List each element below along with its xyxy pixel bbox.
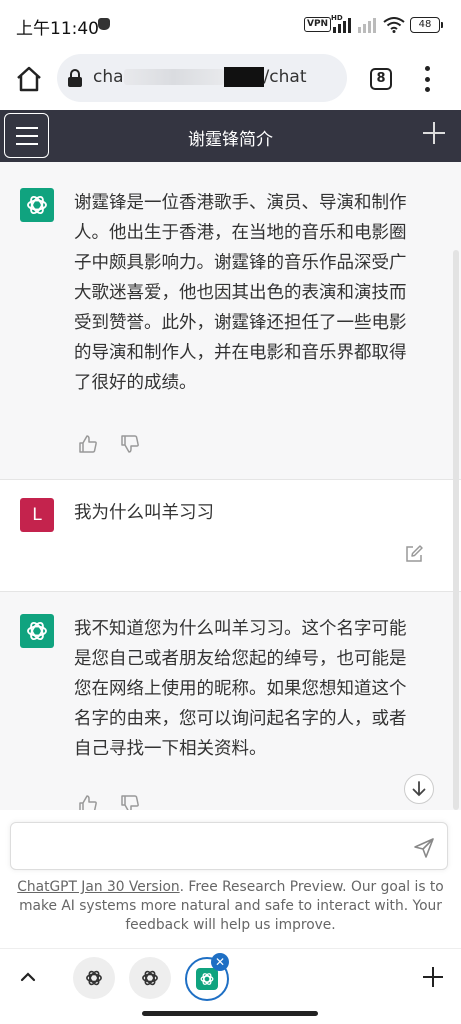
user-avatar: L <box>20 498 54 532</box>
conversation-title: 谢霆锋简介 <box>188 130 273 150</box>
scroll-to-bottom-button[interactable] <box>404 774 434 804</box>
disclaimer-text: ChatGPT Jan 30 Version. Free Research Pr… <box>14 878 447 935</box>
thumbs-down-icon[interactable] <box>120 434 140 454</box>
message-text: 我不知道您为什么叫羊习习。这个名字可能是您自己或者朋友给您起的绰号，也可能是您在… <box>74 619 407 759</box>
vpn-badge: VPN <box>304 17 332 32</box>
new-tab-button[interactable] <box>423 967 443 987</box>
url-suffix: /chat <box>263 67 307 87</box>
openai-logo-icon <box>86 970 102 986</box>
tab-thumbnail[interactable] <box>129 957 171 999</box>
battery-indicator: 48 <box>410 17 443 33</box>
cat-app-icon <box>98 18 110 30</box>
openai-logo-icon <box>142 970 158 986</box>
openai-logo-icon <box>27 195 47 215</box>
browser-bottom-bar: ✕ <box>0 948 461 1024</box>
address-bar[interactable]: cha/chat <box>57 54 347 102</box>
message-list[interactable]: 谢霆锋是一位香港歌手、演员、导演和制作人。他出生于香港，在当地的音乐和电影圈子中… <box>0 162 461 810</box>
tab-thumbnail[interactable] <box>73 957 115 999</box>
openai-logo-icon <box>200 973 214 985</box>
url-redacted <box>123 69 224 85</box>
thumbs-up-icon[interactable] <box>78 794 98 810</box>
arrow-down-icon <box>412 781 426 797</box>
openai-logo-icon <box>27 621 47 641</box>
signal-secondary-icon <box>358 15 376 33</box>
user-message: L 我为什么叫羊习习 <box>0 480 461 592</box>
assistant-message: 我不知道您为什么叫羊习习。这个名字可能是您自己或者朋友给您起的绰号，也可能是您在… <box>0 592 461 810</box>
chevron-up-icon[interactable] <box>18 967 38 987</box>
tab-switcher-button[interactable]: 8 <box>370 68 392 90</box>
url-redacted-block <box>223 67 264 87</box>
chatgpt-avatar <box>20 614 54 648</box>
assistant-message: 谢霆锋是一位香港歌手、演员、导演和制作人。他出生于香港，在当地的音乐和电影圈子中… <box>0 162 461 480</box>
more-menu-icon[interactable] <box>420 66 434 92</box>
chat-header: 谢霆锋简介 <box>0 110 461 162</box>
message-text: 我为什么叫羊习习 <box>74 503 214 523</box>
chatgpt-avatar <box>20 188 54 222</box>
wifi-icon <box>383 17 405 33</box>
feedback-buttons <box>78 434 140 454</box>
home-icon[interactable] <box>14 64 44 94</box>
url-text: cha/chat <box>93 67 306 87</box>
edit-icon[interactable] <box>404 544 424 564</box>
new-chat-button[interactable] <box>423 122 445 144</box>
browser-toolbar: cha/chat 8 <box>0 52 461 110</box>
chatgpt-tab-icon <box>196 968 218 990</box>
feedback-buttons <box>78 794 140 810</box>
thumbs-up-icon[interactable] <box>78 434 98 454</box>
status-bar: 上午11:40 VPN HD 48 <box>0 0 461 52</box>
status-time: 上午11:40 <box>16 19 99 39</box>
home-indicator <box>142 1011 318 1016</box>
url-prefix: cha <box>93 67 124 87</box>
version-link[interactable]: ChatGPT Jan 30 Version <box>17 879 179 895</box>
message-input[interactable] <box>10 822 448 870</box>
composer-area: ChatGPT Jan 30 Version. Free Research Pr… <box>0 810 461 948</box>
signal-strength-icon <box>333 15 351 33</box>
scrollbar[interactable] <box>453 250 459 810</box>
thumbs-down-icon[interactable] <box>120 794 140 810</box>
message-text: 谢霆锋是一位香港歌手、演员、导演和制作人。他出生于香港，在当地的音乐和电影圈子中… <box>74 193 407 393</box>
close-tab-icon[interactable]: ✕ <box>211 953 229 971</box>
send-icon[interactable] <box>413 837 435 859</box>
lock-icon <box>68 69 82 87</box>
